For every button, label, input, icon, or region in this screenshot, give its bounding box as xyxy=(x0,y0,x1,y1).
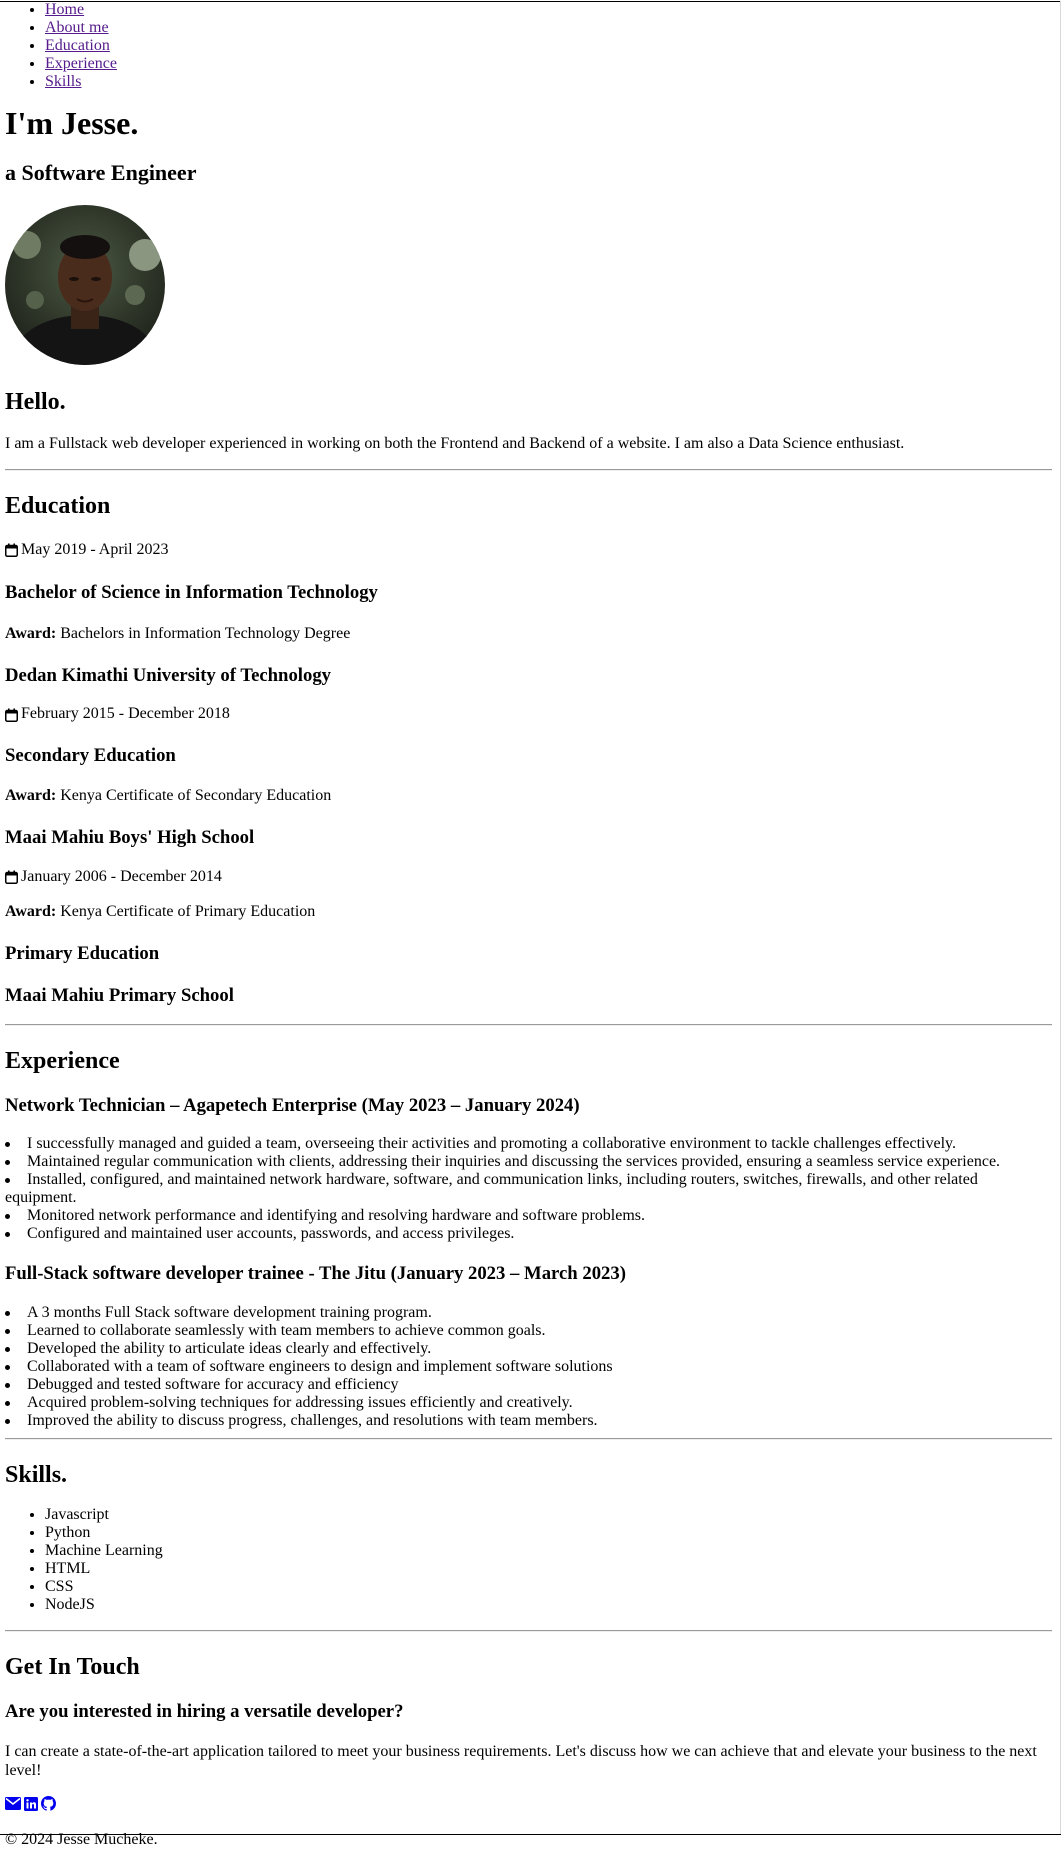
contact-text: I can create a state-of-the-art applicat… xyxy=(5,1743,1037,1779)
award-text: Kenya Certificate of Primary Education xyxy=(60,902,316,920)
list-item: Configured and maintained user accounts,… xyxy=(5,1225,1052,1243)
nav-item-skills: Skills xyxy=(45,73,1052,91)
education-date-2: February 2015 - December 2018 xyxy=(5,705,1052,723)
list-item: Installed, configured, and maintained ne… xyxy=(5,1171,1052,1207)
avatar xyxy=(5,205,165,366)
award-line: Award: Bachelors in Information Technolo… xyxy=(5,625,1052,643)
hero-title: I'm Jesse. xyxy=(5,105,139,141)
skill-item: HTML xyxy=(45,1560,1052,1578)
date-text: January 2006 - December 2014 xyxy=(21,868,222,886)
award-label: Award: xyxy=(5,902,57,920)
calendar-icon xyxy=(5,708,18,722)
nav-list: Home About me Education Experience Skill… xyxy=(5,1,1052,91)
school-name: Maai Mahiu Boys' High School xyxy=(5,826,255,848)
school-name: Maai Mahiu Primary School xyxy=(5,984,234,1006)
award-label: Award: xyxy=(5,624,57,642)
education-heading: Education xyxy=(5,493,111,520)
calendar-icon xyxy=(5,543,18,557)
list-item: I successfully managed and guided a team… xyxy=(5,1135,1052,1153)
hero-subtitle: a Software Engineer xyxy=(5,159,197,185)
page: Home About me Education Experience Skill… xyxy=(0,1,1061,1850)
calendar-icon xyxy=(5,870,18,885)
date-text: February 2015 - December 2018 xyxy=(21,705,230,723)
about-heading: Hello. xyxy=(5,389,66,416)
nav-link-experience[interactable]: Experience xyxy=(45,55,117,72)
skills-heading: Skills. xyxy=(5,1461,68,1488)
social-links xyxy=(5,1796,1052,1816)
education-date-3: January 2006 - December 2014 xyxy=(5,868,1052,886)
list-item: Developed the ability to articulate idea… xyxy=(5,1340,1052,1358)
list-item: Collaborated with a team of software eng… xyxy=(5,1358,1052,1376)
school-name: Dedan Kimathi University of Technology xyxy=(5,664,332,686)
list-item: Monitored network performance and identi… xyxy=(5,1207,1052,1225)
skill-item: CSS xyxy=(45,1578,1052,1596)
education-date-1: May 2019 - April 2023 xyxy=(5,541,1052,559)
job-duties-list: I successfully managed and guided a team… xyxy=(5,1135,1052,1243)
degree-title: Primary Education xyxy=(5,943,160,965)
github-icon[interactable] xyxy=(41,1796,56,1816)
award-text: Kenya Certificate of Secondary Education xyxy=(60,787,332,805)
envelope-icon[interactable] xyxy=(5,1797,21,1815)
top-border xyxy=(0,1,1061,2)
award-line: Award: Kenya Certificate of Secondary Ed… xyxy=(5,787,1052,805)
list-item: Learned to collaborate seamlessly with t… xyxy=(5,1322,1052,1340)
list-item: Acquired problem-solving techniques for … xyxy=(5,1394,1052,1412)
divider xyxy=(5,1630,1052,1633)
skills-list: Javascript Python Machine Learning HTML … xyxy=(5,1506,1052,1614)
nav-item-about: About me xyxy=(45,19,1052,37)
divider xyxy=(5,469,1052,472)
avatar-photo xyxy=(5,205,165,366)
list-item: Debugged and tested software for accurac… xyxy=(5,1376,1052,1394)
nav-item-experience: Experience xyxy=(45,55,1052,73)
nav-item-home: Home xyxy=(45,1,1052,19)
linkedin-icon[interactable] xyxy=(24,1796,38,1816)
job-duties-list: A 3 months Full Stack software developme… xyxy=(5,1304,1052,1430)
award-line: Award: Kenya Certificate of Primary Educ… xyxy=(5,903,1052,921)
skill-item: Javascript xyxy=(45,1506,1052,1524)
date-text: May 2019 - April 2023 xyxy=(21,540,169,558)
list-item: Maintained regular communication with cl… xyxy=(5,1153,1052,1171)
divider xyxy=(5,1437,1052,1440)
degree-title: Bachelor of Science in Information Techn… xyxy=(5,582,378,604)
divider xyxy=(5,1024,1052,1027)
nav-link-home[interactable]: Home xyxy=(45,1,84,18)
job-title: Network Technician – Agapetech Enterpris… xyxy=(5,1094,580,1116)
nav-item-education: Education xyxy=(45,37,1052,55)
job-title: Full-Stack software developer trainee - … xyxy=(5,1263,626,1285)
award-label: Award: xyxy=(5,787,57,805)
skill-item: Machine Learning xyxy=(45,1542,1052,1560)
skill-item: Python xyxy=(45,1524,1052,1542)
nav-link-skills[interactable]: Skills xyxy=(45,73,81,90)
award-text: Bachelors in Information Technology Degr… xyxy=(60,624,351,642)
experience-heading: Experience xyxy=(5,1048,120,1075)
nav-link-education[interactable]: Education xyxy=(45,37,110,54)
contact-heading: Get In Touch xyxy=(5,1654,140,1681)
nav-link-about[interactable]: About me xyxy=(45,19,109,36)
list-item: Improved the ability to discuss progress… xyxy=(5,1412,1052,1430)
contact-subheading: Are you interested in hiring a versatile… xyxy=(5,1700,404,1722)
degree-title: Secondary Education xyxy=(5,744,176,766)
about-text: I am a Fullstack web developer experienc… xyxy=(5,434,905,452)
bottom-border xyxy=(0,1834,1061,1835)
list-item: A 3 months Full Stack software developme… xyxy=(5,1304,1052,1322)
skill-item: NodeJS xyxy=(45,1596,1052,1614)
